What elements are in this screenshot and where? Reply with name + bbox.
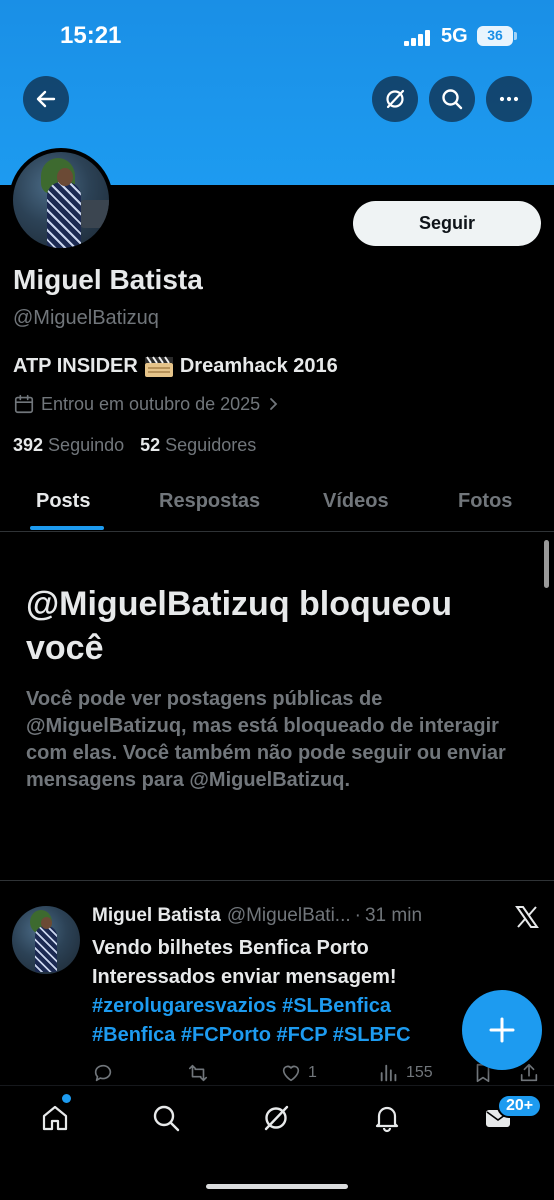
home-notification-dot	[62, 1094, 71, 1103]
nav-notifications[interactable]	[370, 1101, 404, 1135]
repost-icon	[188, 1064, 208, 1082]
profile-name: Miguel Batista	[13, 264, 203, 295]
bio-text-2: Dreamhack 2016	[179, 355, 338, 377]
reply-button[interactable]	[92, 1062, 114, 1084]
blocked-message: Você pode ver postagens públicas de @Mig…	[26, 688, 506, 791]
tab-videos[interactable]: Vídeos	[323, 490, 389, 513]
hashtags-line-1[interactable]: #zerolugaresvazios #SLBenfica	[92, 992, 472, 1021]
profile-handle: @MiguelBatizuq	[13, 307, 159, 329]
profile-bio: ATP INSIDER Dreamhack 2016	[13, 355, 338, 378]
battery-icon: 36	[477, 26, 517, 46]
following-link[interactable]: 392 Seguindo	[13, 435, 124, 456]
heart-icon	[282, 1065, 300, 1082]
scrollbar[interactable]	[544, 540, 549, 588]
tweet-author[interactable]: Miguel Batista	[92, 905, 221, 927]
tweet-time: 31 min	[364, 905, 423, 926]
joined-text: Entrou em outubro de 2025	[41, 393, 261, 414]
grok-icon	[264, 1105, 289, 1131]
back-button[interactable]	[23, 76, 69, 122]
following-count: 392	[13, 435, 44, 455]
nav-grok[interactable]	[259, 1101, 293, 1135]
status-time: 15:21	[60, 22, 122, 49]
hashtags-line-2[interactable]: #Benfica #FCPorto #FCP #SLBFC	[92, 1021, 472, 1050]
tweet-avatar[interactable]	[12, 906, 80, 974]
search-button[interactable]	[429, 76, 475, 122]
plus-icon	[489, 1017, 515, 1043]
profile-avatar[interactable]	[9, 148, 113, 252]
signal-icon	[404, 30, 430, 46]
tab-photos[interactable]: Fotos	[458, 490, 512, 513]
network-label: 5G	[441, 25, 468, 47]
x-logo-icon	[515, 906, 539, 928]
more-icon	[499, 96, 519, 102]
grok-button[interactable]	[372, 76, 418, 122]
chevron-right-icon	[270, 398, 278, 410]
follow-stats: 392 Seguindo 52 Seguidores	[13, 435, 256, 456]
blocked-title: @MiguelBatizuq bloqueou você	[26, 585, 452, 667]
following-label: Seguindo	[48, 435, 125, 455]
tweet-line-1: Vendo bilhetes Benfica Porto	[92, 937, 369, 959]
followers-link[interactable]: 52 Seguidores	[140, 435, 256, 456]
tweet-line-2: Interessados enviar mensagem!	[92, 966, 397, 988]
tweet-hashtags[interactable]: #zerolugaresvazios #SLBenfica #Benfica #…	[92, 992, 472, 1050]
like-count: 1	[308, 1064, 317, 1081]
like-button[interactable]: 1	[280, 1062, 317, 1084]
followers-label: Seguidores	[165, 435, 257, 455]
clapperboard-icon	[144, 355, 173, 377]
joined-date[interactable]: Entrou em outubro de 2025	[13, 393, 286, 415]
calendar-icon	[14, 394, 34, 414]
bio-text-1: ATP INSIDER	[13, 355, 138, 377]
home-indicator	[206, 1184, 348, 1189]
battery-level: 36	[487, 27, 503, 43]
profile-tabs: Posts Respostas Vídeos Fotos	[0, 478, 554, 532]
search-icon	[153, 1105, 180, 1132]
tweet-separator: ·	[354, 905, 361, 926]
grok-icon	[386, 89, 405, 109]
search-icon	[442, 89, 463, 110]
tweet-handle[interactable]: @MiguelBati...	[227, 905, 351, 927]
nav-search[interactable]	[149, 1101, 183, 1135]
tweet-text: Vendo bilhetes Benfica Porto Interessado…	[92, 934, 542, 992]
reply-icon	[94, 1064, 112, 1082]
views-button[interactable]: 155	[378, 1062, 433, 1084]
active-tab-indicator	[30, 526, 104, 530]
compose-button[interactable]	[462, 990, 542, 1070]
follow-button[interactable]: Seguir	[353, 201, 541, 246]
share-icon	[520, 1063, 538, 1082]
messages-badge: 20+	[497, 1094, 543, 1118]
divider	[0, 880, 554, 881]
followers-count: 52	[140, 435, 161, 455]
tweet-header: Miguel Batista @MiguelBati... · 31 min	[92, 905, 500, 927]
status-bar: 15:21 5G 36	[0, 0, 554, 70]
views-icon	[380, 1064, 397, 1082]
bell-icon	[375, 1106, 399, 1133]
arrow-left-icon	[36, 90, 56, 108]
tab-replies[interactable]: Respostas	[159, 490, 260, 513]
views-count: 155	[406, 1064, 433, 1081]
tab-posts[interactable]: Posts	[36, 490, 90, 513]
repost-button[interactable]	[187, 1062, 209, 1084]
home-icon	[42, 1105, 68, 1131]
share-button[interactable]	[518, 1062, 540, 1084]
nav-home[interactable]	[38, 1101, 72, 1135]
more-button[interactable]	[486, 76, 532, 122]
